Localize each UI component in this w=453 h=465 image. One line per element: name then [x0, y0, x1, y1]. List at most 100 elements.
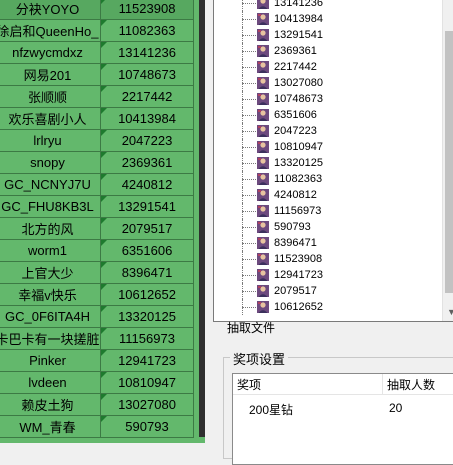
tree-item-label: 6351606 — [274, 109, 317, 121]
sheet-cell-name[interactable]: lrlryu — [0, 129, 101, 152]
sheet-row[interactable]: GC_NCNYJ7U 4240812 — [0, 173, 194, 196]
sheet-cell-id[interactable]: 10810947 — [100, 371, 194, 394]
sheet-cell-id[interactable]: 6351606 — [100, 239, 194, 262]
tree-item[interactable]: 10413984 — [214, 11, 440, 27]
tree-vertical-scrollbar[interactable]: ▼ — [442, 0, 453, 321]
sheet-row[interactable]: worm1 6351606 — [0, 239, 194, 262]
sheet-cell-id[interactable]: 10612652 — [100, 283, 194, 306]
sheet-cell-name[interactable]: worm1 — [0, 239, 101, 262]
sheet-cell-id[interactable]: 8396471 — [100, 261, 194, 284]
tree-item[interactable]: 2217442 — [214, 59, 440, 75]
tree-item[interactable]: 12941723 — [214, 267, 440, 283]
sheet-cell-id[interactable]: 4240812 — [100, 173, 194, 196]
tree-item[interactable]: 6351606 — [214, 107, 440, 123]
sheet-cell-id[interactable]: 2217442 — [100, 85, 194, 108]
tree-connector — [242, 115, 256, 116]
sheet-row[interactable]: lrlryu 2047223 — [0, 129, 194, 152]
tree-item[interactable]: 10810947 — [214, 139, 440, 155]
scroll-down-arrow-icon[interactable]: ▼ — [447, 308, 453, 317]
sheet-cell-id[interactable]: 11523908 — [100, 0, 194, 20]
sheet-cell-name[interactable]: 张顺顺 — [0, 85, 101, 108]
sheet-row[interactable]: 徐启和QueenHo_ 11082363 — [0, 19, 194, 42]
person-icon — [257, 237, 269, 249]
sheet-cell-name[interactable]: 网易201 — [0, 63, 101, 86]
sheet-row[interactable]: 幸福v快乐 10612652 — [0, 283, 194, 306]
tree-item[interactable]: 2369361 — [214, 43, 440, 59]
sheet-cell-id[interactable]: 11156973 — [100, 327, 194, 350]
sheet-cell-name[interactable]: snopy — [0, 151, 101, 174]
tree-item[interactable]: 10612652 — [214, 299, 440, 315]
sheet-cell-name[interactable]: 上官大少 — [0, 261, 101, 284]
column-header-prize[interactable]: 奖项 — [237, 376, 261, 393]
sheet-cell-name[interactable]: 徐启和QueenHo_ — [0, 19, 101, 42]
sheet-cell-id[interactable]: 10748673 — [100, 63, 194, 86]
sheet-row[interactable]: Pinker 12941723 — [0, 349, 194, 372]
sheet-cell-name[interactable]: Pinker — [0, 349, 101, 372]
person-icon — [257, 253, 269, 265]
sheet-cell-id[interactable]: 11082363 — [100, 19, 194, 42]
tree-item[interactable]: 11156973 — [214, 203, 440, 219]
sheet-cell-id[interactable]: 2047223 — [100, 129, 194, 152]
sheet-row[interactable]: nfzwycmdxz 13141236 — [0, 41, 194, 64]
sheet-row[interactable]: 北方的风 2079517 — [0, 217, 194, 240]
participant-tree[interactable]: 13141236 10413984 13291541 2369361 2217442 13… — [213, 0, 453, 322]
sheet-cell-name[interactable]: GC_NCNYJ7U — [0, 173, 101, 196]
sheet-row[interactable]: 卡巴卡有一块搓脏 11156973 — [0, 327, 194, 350]
sheet-cell-name[interactable]: lvdeen — [0, 371, 101, 394]
tree-item[interactable]: 8396471 — [214, 235, 440, 251]
tree-connector — [242, 19, 256, 20]
tree-item[interactable]: 590793 — [214, 219, 440, 235]
sheet-cell-name[interactable]: 分袂YOYO — [0, 0, 101, 20]
tree-connector — [242, 275, 256, 276]
sheet-cell-id[interactable]: 13027080 — [100, 393, 194, 416]
sheet-cell-name[interactable]: 北方的风 — [0, 217, 101, 240]
tree-item[interactable]: 13291541 — [214, 27, 440, 43]
sheet-cell-name[interactable]: WM_青春 — [0, 415, 101, 438]
tree-item[interactable]: 2047223 — [214, 123, 440, 139]
sheet-cell-id[interactable]: 10413984 — [100, 107, 194, 130]
sheet-cell-id[interactable]: 590793 — [100, 415, 194, 438]
sheet-row[interactable]: 分袂YOYO 11523908 — [0, 0, 194, 20]
tree-item[interactable]: 11082363 — [214, 171, 440, 187]
sheet-cell-id[interactable]: 12941723 — [100, 349, 194, 372]
tree-item[interactable]: 13027080 — [214, 75, 440, 91]
sheet-row[interactable]: GC_FHU8KB3L 13291541 — [0, 195, 194, 218]
tree-item-label: 10810947 — [274, 141, 323, 153]
tree-connector — [242, 227, 256, 228]
sheet-row[interactable]: snopy 2369361 — [0, 151, 194, 174]
sheet-row[interactable]: 赖皮土狗 13027080 — [0, 393, 194, 416]
tree-item[interactable]: 2079517 — [214, 283, 440, 299]
tree-item[interactable]: 10748673 — [214, 91, 440, 107]
sheet-row[interactable]: 张顺顺 2217442 — [0, 85, 194, 108]
tree-item[interactable]: 11523908 — [214, 251, 440, 267]
column-header-count[interactable]: 抽取人数 — [387, 376, 435, 393]
tree-connector — [242, 163, 256, 164]
sheet-row[interactable]: GC_0F6ITA4H 13320125 — [0, 305, 194, 328]
sheet-cell-id[interactable]: 2079517 — [100, 217, 194, 240]
column-separator[interactable] — [382, 374, 383, 394]
sheet-row[interactable]: 上官大少 8396471 — [0, 261, 194, 284]
sheet-cell-id[interactable]: 13291541 — [100, 195, 194, 218]
sheet-row[interactable]: 网易201 10748673 — [0, 63, 194, 86]
tree-item[interactable]: 13320125 — [214, 155, 440, 171]
tree-item[interactable]: 4240812 — [214, 187, 440, 203]
sheet-cell-name[interactable]: 幸福v快乐 — [0, 283, 101, 306]
sheet-row[interactable]: 欢乐喜剧小人 10413984 — [0, 107, 194, 130]
sheet-cell-id[interactable]: 13320125 — [100, 305, 194, 328]
sheet-cell-name[interactable]: GC_FHU8KB3L — [0, 195, 101, 218]
sheet-cell-name[interactable]: 卡巴卡有一块搓脏 — [0, 327, 101, 350]
sheet-cell-id[interactable]: 2369361 — [100, 151, 194, 174]
person-icon — [257, 157, 269, 169]
prize-table[interactable]: 奖项 抽取人数 200星钻 20 — [232, 373, 453, 465]
spreadsheet: 分袂YOYO 11523908 徐启和QueenHo_ 11082363 nfzwycm… — [0, 0, 205, 443]
tree-item[interactable]: 13141236 — [214, 0, 440, 11]
spreadsheet-body: 分袂YOYO 11523908 徐启和QueenHo_ 11082363 nfzwycm… — [0, 0, 194, 438]
sheet-cell-name[interactable]: 欢乐喜剧小人 — [0, 107, 101, 130]
sheet-cell-name[interactable]: nfzwycmdxz — [0, 41, 101, 64]
sheet-row[interactable]: lvdeen 10810947 — [0, 371, 194, 394]
sheet-cell-id[interactable]: 13141236 — [100, 41, 194, 64]
sheet-cell-name[interactable]: GC_0F6ITA4H — [0, 305, 101, 328]
sheet-row[interactable]: WM_青春 590793 — [0, 415, 194, 438]
sheet-cell-name[interactable]: 赖皮土狗 — [0, 393, 101, 416]
tree-scroll-thumb[interactable] — [445, 31, 453, 293]
